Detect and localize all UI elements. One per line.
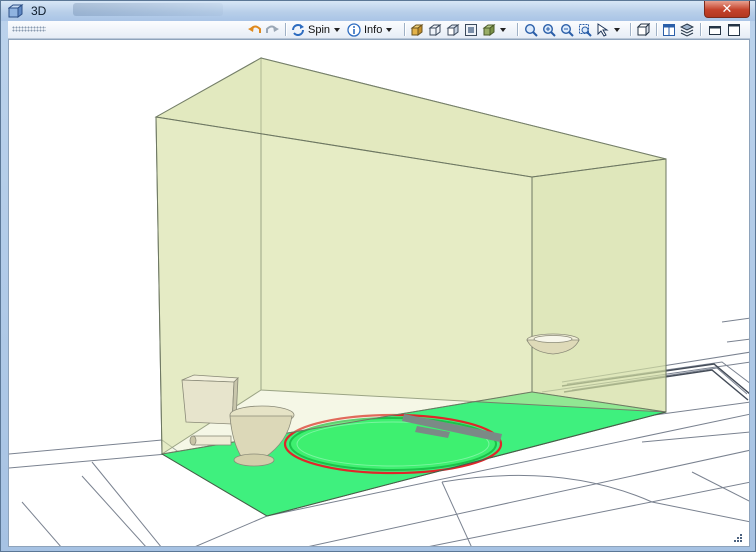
restore-window-icon bbox=[709, 25, 721, 35]
layers-icon bbox=[680, 22, 694, 37]
wireframe-view-button[interactable] bbox=[428, 22, 442, 37]
room-right-wall bbox=[531, 158, 667, 413]
perspective-button[interactable] bbox=[636, 22, 650, 37]
separator bbox=[285, 23, 286, 36]
chevron-down-icon bbox=[386, 27, 393, 32]
zoom-out-button[interactable] bbox=[560, 22, 574, 37]
maximize-window-button[interactable] bbox=[727, 22, 741, 37]
shaded-view-button[interactable] bbox=[410, 22, 424, 37]
view-toolbar: Spin Info bbox=[8, 21, 750, 39]
chevron-down-icon bbox=[334, 27, 341, 32]
hidden-line-view-button[interactable] bbox=[446, 22, 460, 37]
material-icon bbox=[482, 23, 496, 36]
chevron-down-icon bbox=[500, 27, 506, 32]
3d-viewport[interactable] bbox=[8, 39, 750, 547]
separator bbox=[404, 23, 405, 36]
resize-grip-icon[interactable] bbox=[731, 533, 743, 545]
layers-button[interactable] bbox=[680, 22, 694, 37]
pick-dropdown[interactable] bbox=[596, 22, 620, 37]
separator bbox=[700, 23, 701, 36]
wireframe-view-icon bbox=[428, 23, 442, 36]
zoom-in-icon bbox=[542, 23, 556, 37]
redo-button[interactable] bbox=[265, 22, 279, 37]
info-dropdown[interactable]: Info bbox=[347, 22, 393, 37]
separator bbox=[656, 23, 657, 36]
material-dropdown[interactable] bbox=[482, 22, 506, 37]
chevron-down-icon bbox=[614, 27, 620, 32]
zoom-out-icon bbox=[560, 23, 574, 37]
background-title-blur bbox=[73, 3, 223, 16]
pick-icon bbox=[597, 22, 609, 37]
restore-window-button[interactable] bbox=[708, 22, 722, 37]
zoom-extents-icon bbox=[524, 23, 538, 37]
undo-icon bbox=[248, 25, 261, 33]
redo-icon bbox=[266, 25, 279, 33]
window-title: 3D bbox=[31, 4, 47, 18]
section-box-icon bbox=[465, 23, 477, 36]
zoom-extents-button[interactable] bbox=[524, 22, 538, 37]
separator bbox=[517, 23, 518, 36]
3d-scene[interactable] bbox=[9, 40, 750, 547]
3d-view-icon bbox=[8, 4, 24, 18]
section-box-button[interactable] bbox=[464, 22, 478, 37]
perspective-icon bbox=[636, 22, 650, 36]
layout-button[interactable] bbox=[662, 22, 676, 37]
spin-label: Spin bbox=[308, 23, 331, 36]
layout-icon bbox=[663, 23, 675, 36]
zoom-window-icon bbox=[579, 23, 592, 37]
zoom-in-button[interactable] bbox=[542, 22, 556, 37]
zoom-window-button[interactable] bbox=[578, 22, 592, 37]
maximize-window-icon bbox=[728, 23, 740, 36]
info-icon bbox=[347, 22, 361, 37]
separator bbox=[630, 23, 631, 36]
spin-icon bbox=[292, 23, 304, 36]
undo-button[interactable] bbox=[248, 22, 262, 37]
3d-window: 3D ✕ Spin Info bbox=[0, 0, 756, 552]
close-button[interactable]: ✕ bbox=[704, 1, 750, 18]
title-bar[interactable]: 3D ✕ bbox=[1, 1, 755, 21]
info-label: Info bbox=[364, 23, 383, 36]
spin-dropdown[interactable]: Spin bbox=[291, 22, 341, 37]
toolbar-grip[interactable] bbox=[12, 26, 46, 32]
hidden-line-view-icon bbox=[446, 23, 460, 36]
shaded-view-icon bbox=[410, 23, 424, 36]
